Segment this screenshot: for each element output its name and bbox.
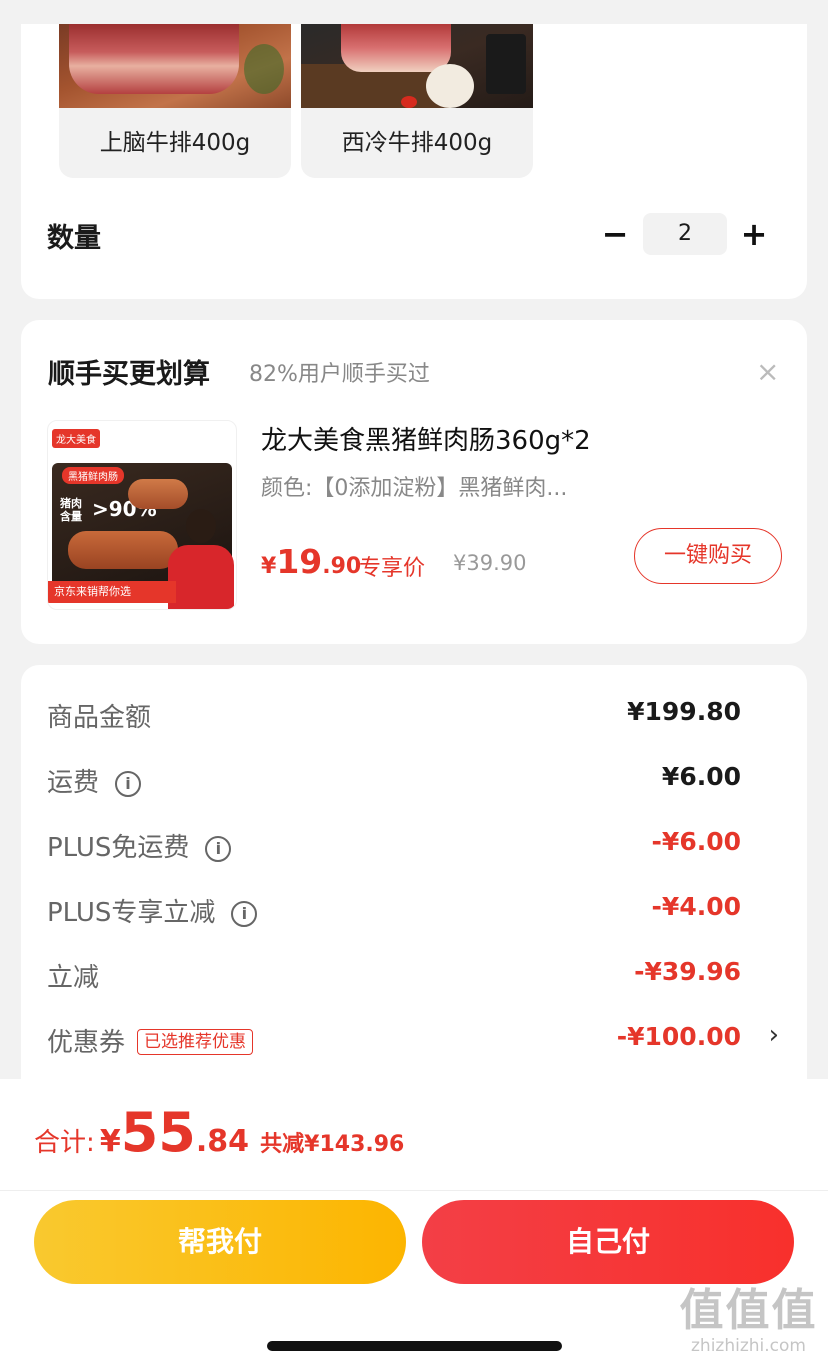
total-decimal: .84 [195, 1124, 250, 1159]
info-icon[interactable]: i [115, 771, 142, 797]
row-label-wrap: 优惠券 已选推荐优惠 [47, 1022, 254, 1059]
row-label: 优惠券 [47, 1028, 126, 1058]
variant-photo [301, 24, 533, 108]
price-currency: ¥ [261, 554, 277, 579]
quantity-decrease-button[interactable]: − [595, 214, 635, 254]
variant-option-xileng[interactable]: 西冷牛排400g [301, 24, 533, 178]
row-label: PLUS免运费 [47, 833, 190, 863]
upsell-product-name[interactable]: 龙大美食黑猪鲜肉肠360g*2 [261, 420, 591, 457]
chevron-right-icon[interactable]: › [769, 1020, 779, 1050]
row-plus-discount: PLUS专享立减 i -¥4.00 [47, 890, 767, 930]
row-value: -¥39.96 [634, 957, 741, 986]
upsell-title: 顺手买更划算 [48, 359, 210, 390]
row-value: ¥199.80 [627, 697, 741, 726]
self-pay-button[interactable]: 自己付 [422, 1200, 794, 1284]
total-currency: ¥ [99, 1124, 121, 1159]
total-integer: 55 [120, 1101, 196, 1164]
brand-logo: 龙大美食 [52, 429, 100, 448]
sausage-shape [128, 479, 188, 509]
upsell-card: 顺手买更划算 82%用户顺手买过 × 龙大美食 黑猪鲜肉肠 猪肉 含量 >90%… [21, 320, 807, 644]
row-value: -¥100.00 [616, 1022, 741, 1051]
coupon-tag: 已选推荐优惠 [137, 1029, 254, 1055]
claim-line2: 含量 [60, 510, 82, 523]
price-breakdown-card: 商品金额 ¥199.80 运费 i ¥6.00 PLUS免运费 i -¥6.00 P… [21, 665, 807, 1085]
divider [0, 1190, 828, 1191]
row-label: 运费 [47, 768, 100, 798]
row-plus-free-shipping: PLUS免运费 i -¥6.00 [47, 825, 767, 865]
close-icon[interactable]: × [756, 356, 779, 388]
help-pay-button[interactable]: 帮我付 [34, 1200, 406, 1284]
garlic-shape [426, 64, 474, 108]
row-value: -¥4.00 [651, 892, 741, 921]
total-amount: 合计: ¥55.84 共减¥143.96 [34, 1101, 404, 1164]
info-icon[interactable]: i [205, 836, 232, 862]
product-footer-banner: 京东来销帮你选 [48, 581, 176, 603]
row-shipping: 运费 i ¥6.00 [47, 760, 767, 800]
sausage-shape [68, 531, 178, 569]
variant-label: 上脑牛排400g [99, 130, 251, 156]
price-integer: 19 [276, 542, 323, 581]
grill-shape [486, 34, 526, 94]
watermark-url: zhizhizhi.com [691, 1336, 806, 1356]
claim-line1: 猪肉 [60, 497, 82, 510]
variant-photo [59, 24, 291, 108]
price-decimal: .90 [322, 554, 362, 579]
variant-label: 西冷牛排400g [341, 130, 493, 156]
tomato-shape [401, 96, 417, 108]
price-tag: 专享价 [359, 556, 426, 581]
upsell-product-spec: 颜色:【0添加淀粉】黑猪鲜肉... [261, 476, 568, 501]
row-value: ¥6.00 [661, 762, 741, 791]
row-label: 商品金额 [47, 703, 152, 733]
row-coupon[interactable]: 优惠券 已选推荐优惠 -¥100.00 › [47, 1020, 779, 1060]
row-label-wrap: 运费 i [47, 762, 142, 799]
total-label: 合计: [34, 1128, 95, 1158]
quantity-increase-button[interactable]: + [734, 214, 774, 254]
quantity-input[interactable]: 2 [643, 213, 727, 255]
row-label: PLUS专享立减 [47, 898, 216, 928]
claim-label: 猪肉 含量 [60, 497, 82, 523]
product-type-badge: 黑猪鲜肉肠 [62, 467, 124, 484]
row-label: 立减 [47, 963, 100, 993]
info-icon[interactable]: i [231, 901, 258, 927]
total-saved: 共减¥143.96 [260, 1132, 405, 1157]
quantity-label: 数量 [47, 223, 101, 254]
upsell-product-price: ¥19.90 [261, 542, 361, 581]
row-goods-amount: 商品金额 ¥199.80 [47, 695, 767, 735]
watermark-logo: 值值值 [679, 1285, 818, 1336]
herb-shape [244, 44, 284, 94]
steak-shape [341, 24, 451, 72]
variant-option-shangnao[interactable]: 上脑牛排400g [59, 24, 291, 178]
row-label-wrap: PLUS专享立减 i [47, 892, 258, 929]
row-label-wrap: PLUS免运费 i [47, 827, 232, 864]
upsell-subtitle: 82%用户顺手买过 [249, 362, 430, 387]
row-value: -¥6.00 [651, 827, 741, 856]
home-indicator[interactable] [267, 1341, 562, 1351]
top-strip [0, 0, 828, 24]
watermark: 值值值 zhizhizhi.com [676, 1285, 821, 1357]
original-price: ¥39.90 [453, 551, 527, 575]
upsell-product-image[interactable]: 龙大美食 黑猪鲜肉肠 猪肉 含量 >90% 京东来销帮你选 [47, 420, 237, 610]
variant-quantity-card: 上脑牛排400g 西冷牛排400g 数量 − 2 + [21, 24, 807, 299]
presenter-figure [168, 509, 234, 609]
steak-shape [69, 24, 239, 94]
one-click-buy-button[interactable]: 一键购买 [634, 528, 782, 584]
row-instant-discount: 立减 -¥39.96 [47, 955, 767, 995]
